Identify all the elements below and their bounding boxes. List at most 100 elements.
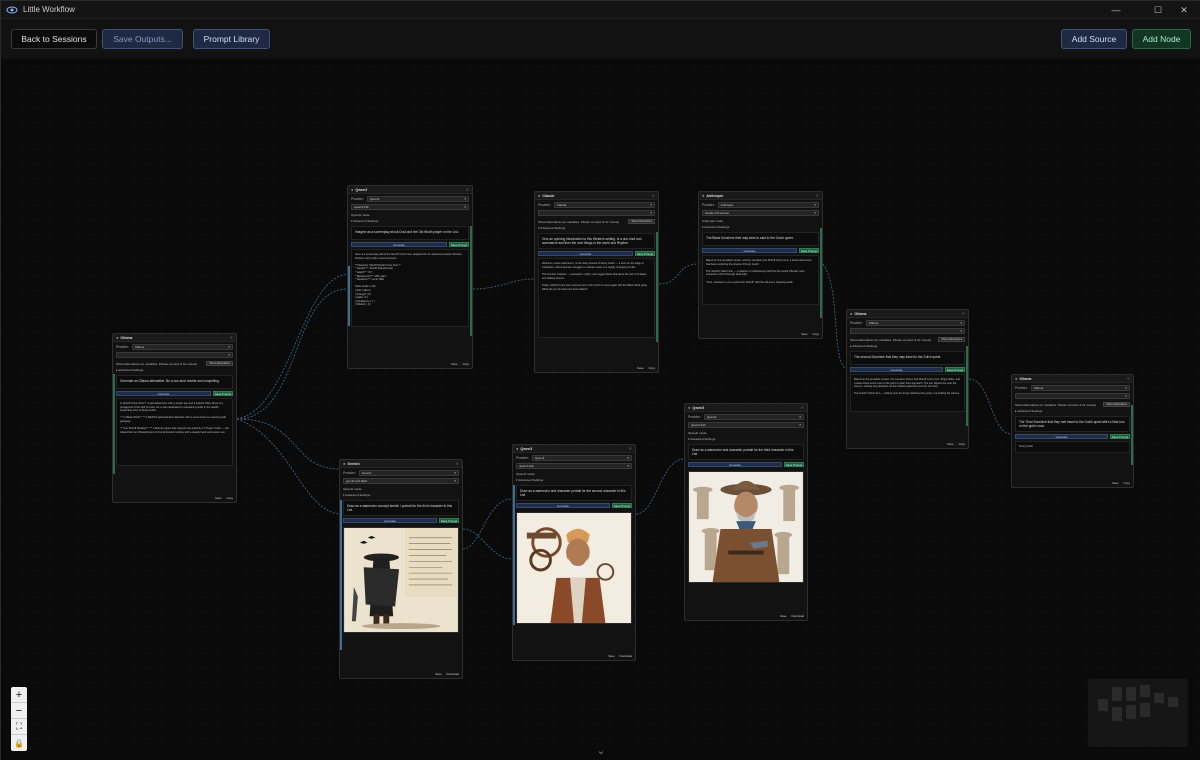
node-header[interactable]: ● Qwen3 ✕ <box>685 404 807 412</box>
advanced-settings-toggle[interactable]: ▾ Advanced Settings <box>513 477 635 483</box>
save-outputs-button[interactable]: Save Outputs... <box>102 29 183 49</box>
close-node-icon[interactable]: ✕ <box>456 461 459 466</box>
model-select[interactable] <box>538 210 655 216</box>
generated-image-outlaw[interactable] <box>343 527 459 634</box>
save-output-button[interactable]: Save <box>451 362 457 366</box>
advanced-settings-toggle[interactable]: ▸ Advanced Settings <box>1012 408 1133 414</box>
copy-output-button[interactable]: Copy <box>958 442 965 446</box>
fit-view-button[interactable]: ⛶ <box>11 719 27 735</box>
close-node-icon[interactable]: ✕ <box>962 311 965 316</box>
prompt-input[interactable]: The Black Sunshine their way seek to sai… <box>702 232 819 246</box>
prompt-input[interactable]: Draw as a watercolor concept sketch / po… <box>343 500 459 517</box>
model-select[interactable] <box>116 352 233 358</box>
close-node-icon[interactable]: ✕ <box>230 335 233 340</box>
prompt-input[interactable]: Give an opening introduction to this Wes… <box>538 233 655 250</box>
copy-output-button[interactable]: Copy <box>1123 481 1130 485</box>
node-source-ollama[interactable]: ●Ollama✕ Provider:Ollama Show Alternativ… <box>112 333 237 503</box>
workflow-canvas[interactable]: ●Ollama✕ Provider:Ollama Show Alternativ… <box>1 59 1200 760</box>
save-prompt-button[interactable]: Save Prompt <box>784 462 804 468</box>
provider-select[interactable]: Qwen3 <box>366 196 469 202</box>
node-header[interactable]: ● Claude ✕ <box>535 192 658 200</box>
prompt-input[interactable]: Draw as a watercolor and character portr… <box>688 444 804 461</box>
generated-image-cowboy[interactable] <box>688 471 804 584</box>
generate-button[interactable]: Generate <box>343 518 437 524</box>
provider-select[interactable]: Ollama <box>131 344 233 350</box>
back-to-sessions-button[interactable]: Back to Sessions <box>11 29 97 49</box>
prompt-input[interactable]: Draw as a watercolor and character portr… <box>516 485 632 502</box>
provider-select[interactable]: Ollama <box>1030 385 1130 391</box>
zoom-in-button[interactable]: + <box>11 687 27 703</box>
save-prompt-button[interactable]: Save Prompt <box>1110 434 1130 440</box>
minimize-button[interactable]: — <box>1099 1 1133 19</box>
save-prompt-button[interactable]: Save Prompt <box>945 367 965 372</box>
prompt-input[interactable]: The Third Sunshine that they met travel … <box>1015 416 1130 433</box>
advanced-settings-toggle[interactable]: ▾ Advanced Settings <box>535 225 658 231</box>
copy-output-button[interactable]: Copy <box>812 332 819 336</box>
prompt-input[interactable]: The second Sunshine that they may travel… <box>850 351 965 365</box>
advanced-settings-toggle[interactable]: ▾ Advanced Settings <box>348 218 472 224</box>
close-node-icon[interactable]: ✕ <box>816 193 819 198</box>
node-qwen3-image-middle[interactable]: ●Qwen3✕ Provider:Qwen3 qwen3:14b OpenAI … <box>512 444 636 661</box>
prompt-library-button[interactable]: Prompt Library <box>193 29 270 49</box>
generate-button[interactable]: Generate <box>850 367 943 372</box>
node-header[interactable]: ● Anthropic ✕ <box>699 192 822 200</box>
download-image-button[interactable]: Download <box>792 614 804 618</box>
provider-select[interactable]: Anthropic <box>717 202 819 208</box>
save-output-button[interactable]: Save <box>947 442 953 446</box>
copy-output-button[interactable]: Copy <box>226 496 233 500</box>
save-prompt-button[interactable]: Save Prompt <box>635 251 655 257</box>
show-alternatives-toggle[interactable]: Show Alternatives (or variables. Please … <box>113 360 236 367</box>
chevron-down-icon[interactable]: ⌄ <box>594 745 608 757</box>
generate-button[interactable]: Generate <box>538 251 633 257</box>
generated-image-inventor[interactable] <box>516 512 632 625</box>
generate-button[interactable]: Generate <box>351 242 447 247</box>
node-header[interactable]: ● Ollama ✕ <box>847 310 968 318</box>
generate-button[interactable]: Generate <box>702 248 797 253</box>
model-select[interactable]: qwen3:14b <box>351 204 469 210</box>
advanced-settings-toggle[interactable]: ▾ Advanced Settings <box>699 224 822 230</box>
add-source-button[interactable]: Add Source <box>1061 29 1127 49</box>
prompt-input[interactable]: Imagine as a screenplay about Dust and t… <box>351 226 469 240</box>
provider-select[interactable]: Gemini <box>358 470 459 476</box>
save-output-button[interactable]: Save <box>801 332 807 336</box>
save-prompt-button[interactable]: Save Prompt <box>439 518 459 524</box>
save-output-button[interactable]: Save <box>215 496 221 500</box>
node-header[interactable]: ● Qwen3 ✕ <box>513 445 635 453</box>
generate-button[interactable]: Generate <box>1015 434 1108 440</box>
close-node-icon[interactable]: ✕ <box>801 405 804 410</box>
add-node-button[interactable]: Add Node <box>1132 29 1191 49</box>
node-claude[interactable]: ●Claude✕ Provider:Claude Show Alternativ… <box>534 191 659 373</box>
node-qwen3-image-right[interactable]: ●Qwen3✕ Provider:Qwen3 qwen3:14b OpenAI … <box>684 403 808 621</box>
save-prompt-button[interactable]: Save Prompt <box>612 503 632 509</box>
provider-select[interactable]: Ollama <box>865 320 965 326</box>
save-output-button[interactable]: Save <box>1112 481 1118 485</box>
save-output-button[interactable]: Save <box>637 366 643 370</box>
save-output-button[interactable]: Save <box>435 672 441 676</box>
node-ollama-middle[interactable]: ●Ollama✕ Provider:Ollama Show Alternativ… <box>846 309 969 449</box>
close-node-icon[interactable]: ✕ <box>466 187 469 192</box>
provider-select[interactable]: Qwen3 <box>531 455 632 461</box>
copy-output-button[interactable]: Copy <box>648 366 655 370</box>
provider-select[interactable]: Claude <box>553 202 655 208</box>
generate-button[interactable]: Generate <box>688 462 782 468</box>
model-select[interactable]: claude-3-5-sonnet <box>702 210 819 216</box>
model-select[interactable]: qwen3:14b <box>688 422 804 428</box>
close-node-icon[interactable]: ✕ <box>652 193 655 198</box>
close-node-icon[interactable]: ✕ <box>629 446 632 451</box>
show-alternatives-toggle[interactable]: Show Alternatives (or variables. Please … <box>535 218 658 225</box>
model-select[interactable] <box>850 328 965 334</box>
prompt-input[interactable]: Generate an Ollama alternative. Be a one… <box>116 375 233 389</box>
node-ollama-right[interactable]: ●Ollama✕ Provider:Ollama Show Alternativ… <box>1011 374 1134 488</box>
minimap[interactable] <box>1088 679 1188 747</box>
save-prompt-button[interactable]: Save Prompt <box>449 242 469 247</box>
model-select[interactable]: qwen3:14b <box>516 463 632 469</box>
advanced-settings-toggle[interactable]: ▸ Advanced Settings <box>847 343 968 349</box>
show-alternatives-toggle[interactable]: Show Alternatives (or variables. Please … <box>847 336 968 343</box>
generate-button[interactable]: Generate <box>116 391 211 396</box>
save-prompt-button[interactable]: Save Prompt <box>213 391 233 396</box>
save-output-button[interactable]: Save <box>780 614 786 618</box>
lock-icon[interactable]: 🔒 <box>11 735 27 751</box>
save-prompt-button[interactable]: Save Prompt <box>799 248 819 253</box>
advanced-settings-toggle[interactable]: ▸ Advanced Settings <box>113 367 236 373</box>
node-gemini-image[interactable]: ●Gemini✕ Provider:Gemini gemini-2.0-flas… <box>339 459 463 679</box>
